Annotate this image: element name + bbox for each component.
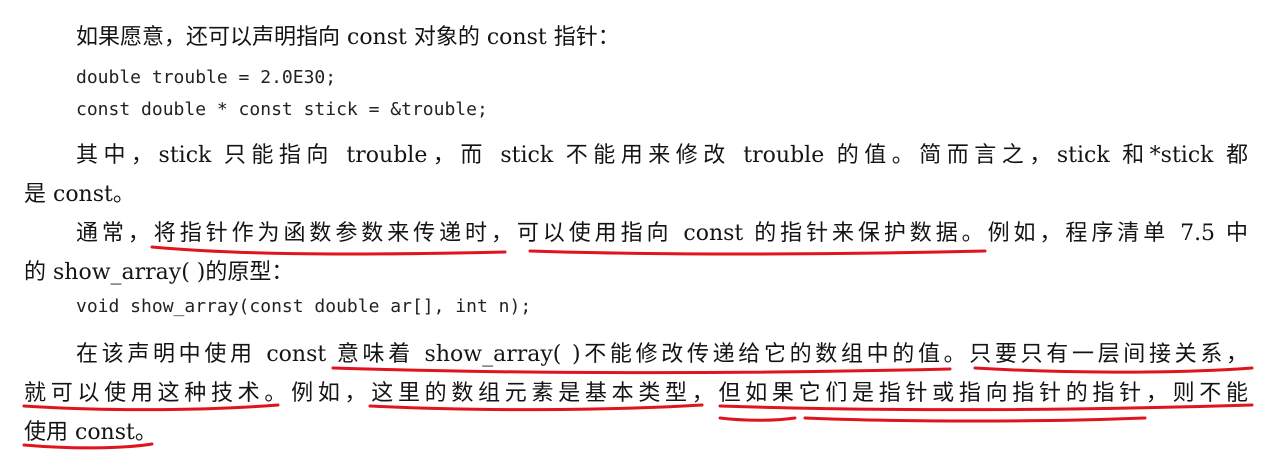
code-line-trouble: double trouble = 2.0E30; [76,67,337,88]
code-line-show-array: void show_array(const double ar[], int n… [76,296,532,317]
paragraph-1-line-2: 是 const。 [24,182,135,207]
paragraph-3-line-2: 就可以使用这种技术。例如，这里的数组元素是基本类型，但如果它们是指针或指向指针的… [24,381,1248,406]
paragraph-3-line-3: 使用 const。 [24,420,157,445]
paragraph-2-line-2: 的 show_array( )的原型： [24,260,294,285]
underline-short-dash [718,416,797,422]
intro-paragraph: 如果愿意，还可以声明指向 const 对象的 const 指针： [76,25,620,50]
paragraph-3-line-1: 在该声明中使用 const 意味着 show_array( )不能修改传递给它的… [76,342,1248,367]
underline-pointer-to-pointer [803,416,1147,423]
underline-pass-pointer-as-param [150,245,507,256]
paragraph-2-line-1: 通常，将指针作为函数参数来传递时，可以使用指向 const 的指针来保护数据。例… [76,221,1248,246]
paragraph-1-line-1: 其中，stick 只能指向 trouble，而 stick 不能用来修改 tro… [76,143,1248,168]
code-line-stick: const double * const stick = &trouble; [76,99,488,120]
document-page: 如果愿意，还可以声明指向 const 对象的 const 指针： double … [0,0,1271,472]
underline-protect-data [528,249,987,256]
